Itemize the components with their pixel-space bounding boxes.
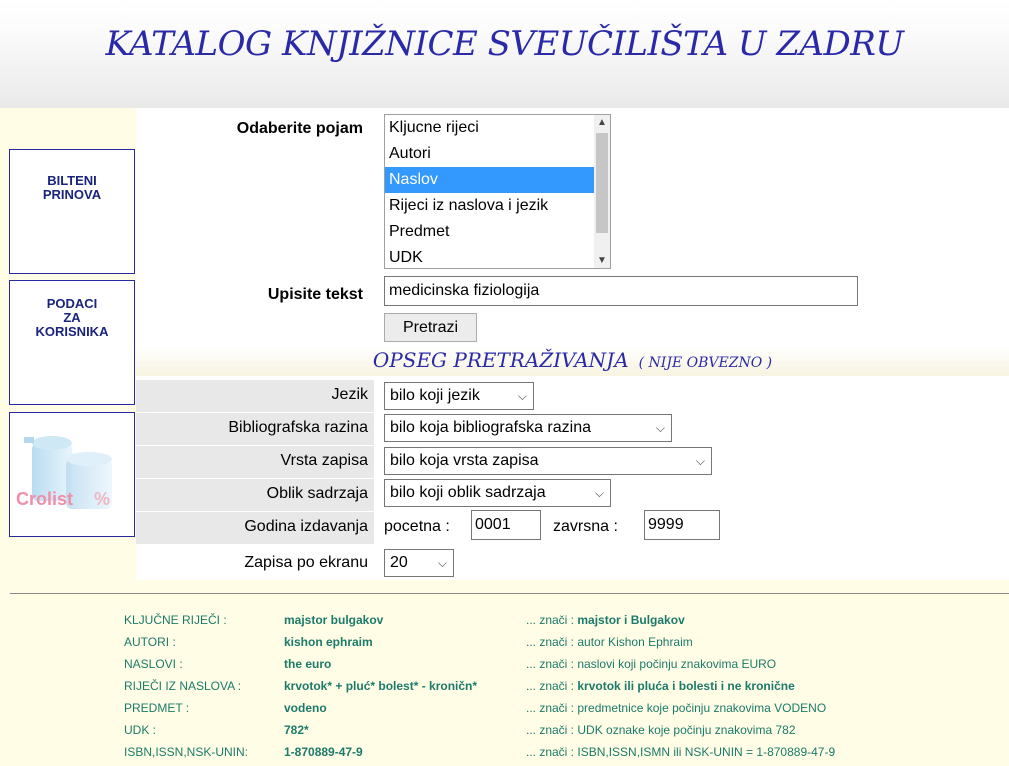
scrollbar-thumb[interactable] — [596, 133, 608, 233]
bilteni-label-line1: BILTENI — [47, 173, 97, 188]
zavrsna-label: zavrsna : — [553, 518, 618, 535]
page-title: KATALOG KNJIŽNICE SVEUČILIŠTA U ZADRU — [105, 24, 904, 64]
help-row: KLJUČNE RIJEČI : majstor bulgakov ... zn… — [124, 613, 685, 627]
podaci-label-line2: ZA — [63, 310, 81, 325]
tekst-label: Upisite tekst — [267, 286, 363, 303]
crolist-logo-text: Crolist — [16, 489, 73, 509]
razina-label: Bibliografska razina — [228, 419, 368, 436]
crolist-logo-link[interactable]: Crolist % — [9, 412, 135, 537]
chevron-down-icon: ⌵ — [594, 486, 604, 500]
razina-select[interactable]: bilo koja bibliografska razina ⌵ — [384, 414, 672, 442]
jezik-value: bilo koji jezik — [390, 387, 480, 404]
pojam-option-predmet[interactable]: Predmet — [385, 219, 610, 245]
chevron-down-icon: ⌵ — [437, 556, 447, 570]
chevron-down-icon: ⌵ — [695, 454, 705, 468]
opseg-note: ( NIJE OBVEZNO ) — [638, 355, 773, 371]
page-header: KATALOG KNJIŽNICE SVEUČILIŠTA U ZADRU — [0, 0, 1009, 108]
help-row: AUTORI : kishon ephraim ... znači : auto… — [124, 635, 693, 649]
zapisa-select[interactable]: 20 ⌵ — [384, 549, 454, 577]
chevron-down-icon: ⌵ — [655, 421, 665, 435]
vrsta-value: bilo koja vrsta zapisa — [390, 452, 539, 469]
oblik-label: Oblik sadrzaja — [266, 485, 368, 502]
pocetna-label: pocetna : — [384, 518, 450, 535]
search-form: Odaberite pojam Kljucne rijeci Autori Na… — [136, 108, 1009, 580]
scroll-down-icon[interactable]: ▼ — [594, 255, 610, 266]
jezik-label: Jezik — [331, 386, 368, 403]
bilteni-prinova-button[interactable]: BILTENI PRINOVA — [9, 149, 135, 274]
zapisa-value: 20 — [390, 554, 408, 571]
pojam-option-kljucne-rijeci[interactable]: Kljucne rijeci — [385, 115, 610, 141]
vrsta-select[interactable]: bilo koja vrsta zapisa ⌵ — [384, 447, 712, 475]
zapisa-label: Zapisa po ekranu — [244, 554, 368, 571]
opseg-title: OPSEG PRETRAŽIVANJA — [372, 348, 629, 372]
scroll-up-icon[interactable]: ▲ — [594, 117, 610, 128]
pojam-label: Odaberite pojam — [236, 120, 363, 137]
pojam-listbox[interactable]: Kljucne rijeci Autori Naslov Rijeci iz n… — [384, 114, 611, 269]
help-row: NASLOVI : the euro ... znači : naslovi k… — [124, 657, 777, 671]
opseg-heading: OPSEG PRETRAŽIVANJA ( NIJE OBVEZNO ) — [136, 346, 1009, 376]
left-sidebar: BILTENI PRINOVA PODACI ZA KORISNIKA Crol… — [0, 108, 136, 580]
chevron-down-icon: ⌵ — [517, 389, 527, 403]
podaci-za-korisnika-button[interactable]: PODACI ZA KORISNIKA — [9, 280, 135, 405]
pojam-option-autori[interactable]: Autori — [385, 141, 610, 167]
search-text-input[interactable] — [384, 276, 858, 306]
pocetna-input[interactable]: 0001 — [471, 510, 541, 540]
podaci-label-line1: PODACI — [46, 296, 98, 311]
svg-text:%: % — [94, 489, 110, 509]
bilteni-label-line2: PRINOVA — [42, 187, 102, 202]
jezik-select[interactable]: bilo koji jezik ⌵ — [384, 382, 534, 410]
podaci-label-line3: KORISNIKA — [35, 324, 109, 339]
oblik-value: bilo koji oblik sadrzaja — [390, 484, 546, 501]
crolist-logo-icon: Crolist % — [16, 436, 112, 509]
pojam-option-rijeci-iz-naslova[interactable]: Rijeci iz naslova i jezik — [385, 193, 610, 219]
godina-label: Godina izdavanja — [244, 518, 368, 535]
help-row: RIJEČI IZ NASLOVA : krvotok* + pluć* bol… — [124, 679, 795, 693]
pojam-scrollbar[interactable]: ▲ ▼ — [594, 115, 610, 268]
oblik-select[interactable]: bilo koji oblik sadrzaja ⌵ — [384, 479, 611, 507]
pojam-option-udk[interactable]: UDK — [385, 245, 610, 268]
pretrazi-button[interactable]: Pretrazi — [384, 313, 477, 342]
pojam-option-naslov[interactable]: Naslov — [385, 167, 610, 193]
help-row: ISBN,ISSN,NSK-UNIN: 1-870889-47-9 ... zn… — [124, 745, 836, 759]
razina-value: bilo koja bibliografska razina — [390, 419, 591, 436]
help-row: UDK : 782* ... znači : UDK oznake koje p… — [124, 723, 796, 737]
divider — [10, 593, 1009, 594]
zavrsna-input[interactable]: 9999 — [644, 510, 720, 540]
vrsta-label: Vrsta zapisa — [280, 452, 368, 469]
help-row: PREDMET : vodeno ... znači : predmetnice… — [124, 701, 827, 715]
